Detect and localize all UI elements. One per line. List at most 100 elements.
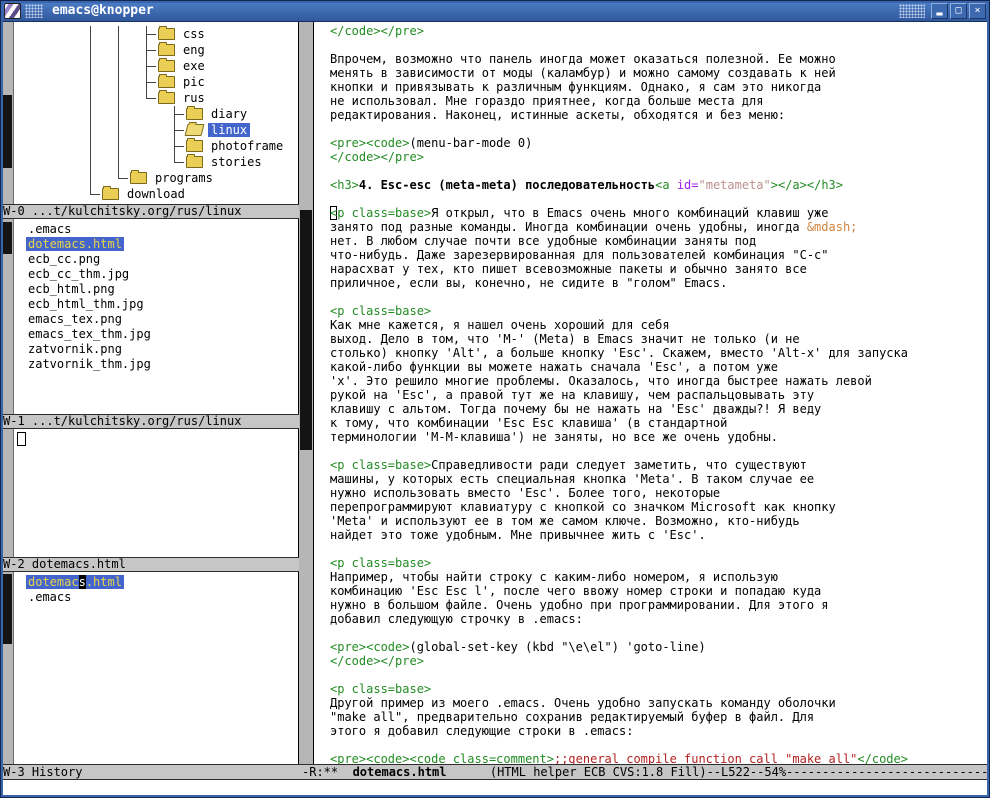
emacs-window: emacs@knopper ▂□× cssengexepicrusdiaryli… [0, 0, 990, 798]
file-item-dotemacs.html[interactable]: dotemacs.html [14, 237, 298, 252]
tree-item-programs[interactable]: programs [14, 170, 298, 186]
folder-icon [158, 92, 175, 104]
tree-item-download[interactable]: download [14, 186, 298, 202]
buffer-text-segment: этого я добавил следующие строки в .emac… [330, 724, 633, 738]
tree-item-pic[interactable]: pic [14, 74, 298, 90]
w2-file-list[interactable]: dotemacs.html.emacs [14, 572, 298, 764]
tree-item-diary[interactable]: diary [14, 106, 298, 122]
w2-header[interactable]: W-2 dotemacs.html [0, 557, 299, 572]
buffer-text-segment: терминологии 'M-M-клавиша') не заняты, н… [330, 430, 778, 444]
file-item-ecb_cc_thm.jpg[interactable]: ecb_cc_thm.jpg [14, 267, 298, 282]
text-cursor: s [79, 575, 86, 589]
tree-guide-line [76, 106, 104, 122]
titlebar[interactable]: emacs@knopper ▂□× [0, 0, 990, 22]
buffer-line: комбинацию 'Esc Esc l', после чего ввожу… [330, 584, 990, 598]
file-item-label: ecb_cc_thm.jpg [26, 267, 131, 281]
w1-header[interactable]: W-1 ...t/kulchitsky.org/rus/linux [0, 414, 299, 429]
tree-item-rus[interactable]: rus [14, 90, 298, 106]
tree-guide-line [76, 90, 104, 106]
buffer-line [330, 122, 990, 136]
file-item-emacs_tex.png[interactable]: emacs_tex.png [14, 312, 298, 327]
buffer-text-segment: рукой на 'Esc', а правой тут же на клави… [330, 388, 814, 402]
modeline-buffer-name: dotemacs.html [353, 765, 447, 779]
buffer-line: <p class=base> [330, 682, 990, 696]
minibuffer[interactable] [0, 780, 990, 798]
tree-item-stories[interactable]: stories [14, 154, 298, 170]
buffer-line: рукой на 'Esc', а правой тут же на клави… [330, 388, 990, 402]
buffer-text-segment: нет. В любом случае почти все удобные ко… [330, 234, 756, 248]
file-item-zatvornik_thm.jpg[interactable]: zatvornik_thm.jpg [14, 357, 298, 372]
maximize-button[interactable]: □ [950, 3, 967, 19]
file-item-label: .emacs [26, 222, 73, 236]
buffer-text-segment: нарасхват у тех, кто пишет всевозможные … [330, 262, 807, 276]
tree-item-linux[interactable]: linux [14, 122, 298, 138]
w0-file-list[interactable]: .emacsdotemacs.htmlecb_cc.pngecb_cc_thm.… [14, 219, 298, 414]
tree-item-eng[interactable]: eng [14, 42, 298, 58]
buffer-line: </code></pre> [330, 24, 990, 38]
scrollbar-thumb[interactable] [1, 95, 12, 168]
directory-tree[interactable]: cssengexepicrusdiarylinuxphotoframestori… [14, 22, 298, 204]
folder-icon [186, 156, 203, 168]
tree-item-css[interactable]: css [14, 26, 298, 42]
edit-buffer[interactable]: </code></pre>Впрочем, возможно что панел… [314, 22, 990, 764]
buffer-line: приличное, если вы, конечно, не сидите в… [330, 276, 990, 290]
hollow-cursor [17, 432, 26, 446]
tree-guide-line [76, 154, 104, 170]
file-item-ecb_cc.png[interactable]: ecb_cc.png [14, 252, 298, 267]
buffer-line [330, 668, 990, 682]
modeline-fill: ----------------------------------------… [786, 765, 990, 779]
tree-item-label: rus [180, 91, 208, 105]
scrollbar-thumb[interactable] [1, 222, 12, 254]
folder-icon [185, 124, 205, 136]
w1-scrollbar[interactable] [0, 429, 14, 557]
buffer-text-segment: "metameta" [699, 178, 771, 192]
buffer-line [330, 542, 990, 556]
tree-guide-line [76, 42, 104, 58]
edit-scrollbar[interactable] [298, 22, 314, 764]
tree-connector [132, 90, 156, 106]
file-item-.emacs[interactable]: .emacs [14, 222, 298, 237]
w1-file-list[interactable] [14, 429, 298, 557]
scrollbar-thumb[interactable] [300, 210, 312, 450]
minimize-button[interactable]: ▂ [931, 3, 948, 19]
tree-guide-line [76, 74, 104, 90]
buffer-text-segment: Справедливости ради следует заметить, чт… [431, 458, 807, 472]
buffer-line [330, 192, 990, 206]
buffer-text-segment: (menu-bar-mode 0) [409, 136, 532, 150]
file-item-label: ecb_cc.png [26, 252, 102, 266]
buffer-text-segment: <h3> [330, 178, 359, 192]
buffer-text-segment: <p class=base> [330, 682, 431, 696]
tree-scrollbar[interactable] [0, 22, 14, 204]
file-item-ecb_html.png[interactable]: ecb_html.png [14, 282, 298, 297]
tree-item-exe[interactable]: exe [14, 58, 298, 74]
buffer-text-segment: Другой пример из моего .emacs. Очень удо… [330, 696, 836, 710]
buffer-text-segment: 'x'. Это решило многие проблемы. Оказало… [330, 374, 872, 388]
file-item-.emacs[interactable]: .emacs [14, 590, 298, 605]
window-icon[interactable] [4, 3, 21, 19]
buffer-text-segment: <p class=base> [330, 304, 431, 318]
w3-header[interactable]: W-3 History [0, 764, 299, 780]
file-item-zatvornik.png[interactable]: zatvornik.png [14, 342, 298, 357]
file-item-ecb_html_thm.jpg[interactable]: ecb_html_thm.jpg [14, 297, 298, 312]
tree-item-photoframe[interactable]: photoframe [14, 138, 298, 154]
buffer-text-segment: <pre><code><code class=comment> [330, 752, 554, 764]
folder-icon [158, 76, 175, 88]
file-item-emacs_tex_thm.jpg[interactable]: emacs_tex_thm.jpg [14, 327, 298, 342]
modeline[interactable]: -R:** dotemacs.html (HTML helper ECB CVS… [299, 764, 990, 780]
close-button[interactable]: × [969, 3, 986, 19]
tree-connector [76, 186, 100, 202]
buffer-text-segment: какой-либо функции вы можете нажать снач… [330, 360, 778, 374]
w2-scrollbar[interactable] [0, 572, 14, 764]
w0-scrollbar[interactable] [0, 219, 14, 414]
tree-item-label: css [180, 27, 208, 41]
file-item-dotemacs.html[interactable]: dotemacs.html [14, 575, 298, 590]
buffer-text-segment: кнопки и привязывать к различным функция… [330, 80, 821, 94]
w0-header[interactable]: W-0 ...t/kulchitsky.org/rus/linux [0, 204, 299, 219]
buffer-text-segment: p class=base> [337, 206, 431, 220]
tree-item-label: linux [208, 123, 250, 137]
buffer-text-segment: ;;general compile function call "make al… [554, 752, 857, 764]
scrollbar-thumb[interactable] [1, 574, 12, 644]
tree-guide-line [104, 74, 132, 90]
buffer-line: <h3>4. Esc-esc (meta-meta) последователь… [330, 178, 990, 192]
tree-guide-line [132, 106, 160, 122]
